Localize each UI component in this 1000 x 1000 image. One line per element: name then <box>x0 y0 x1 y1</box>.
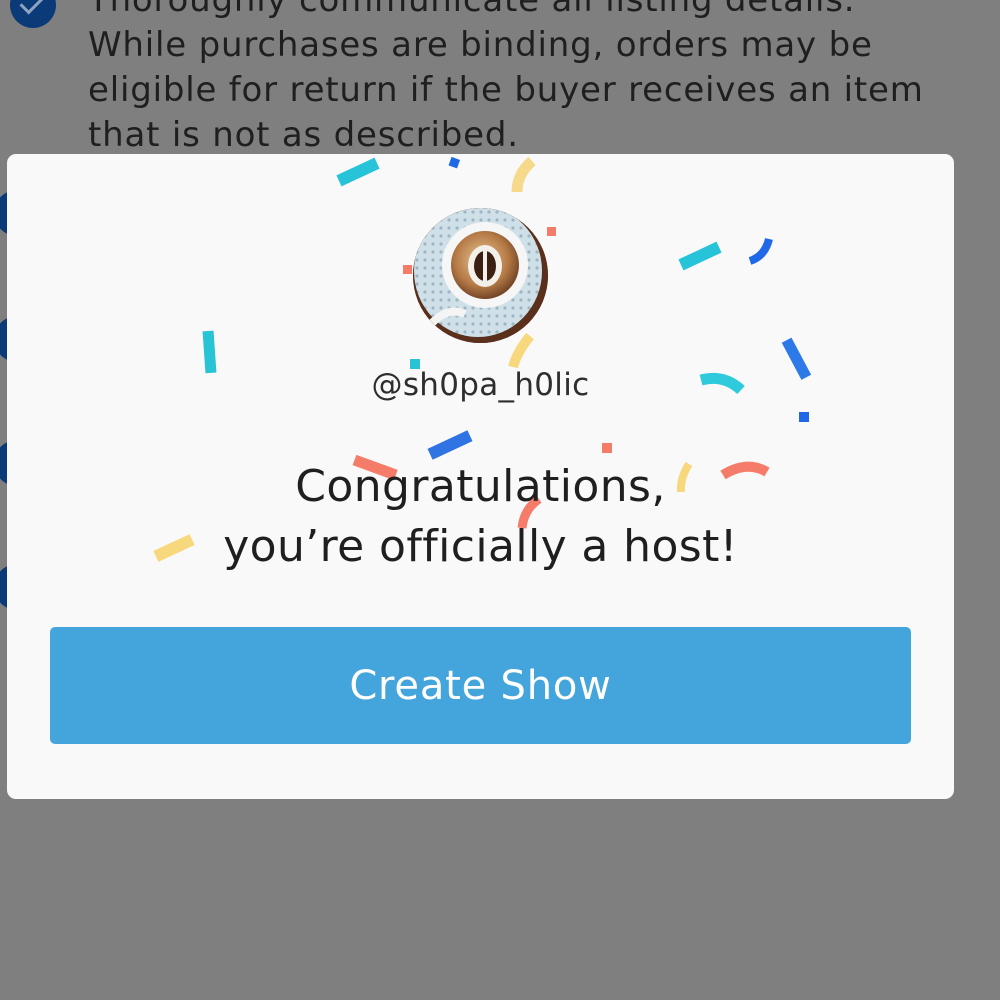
host-congrats-modal: @sh0pa_h0lic Congratulations, you’re off… <box>7 154 954 799</box>
host-status-line: you’re officially a host! <box>223 521 738 572</box>
coffee-cup-avatar-image <box>413 208 548 343</box>
create-show-button[interactable]: Create Show <box>50 627 911 744</box>
congratulations-line: Congratulations, <box>295 461 666 512</box>
username-label: @sh0pa_h0lic <box>371 367 590 403</box>
check-circle-icon <box>10 0 56 28</box>
congratulations-message: Congratulations, you’re officially a hos… <box>7 457 954 577</box>
guideline-text: Thoroughly communicate all listing detai… <box>88 0 924 155</box>
host-avatar <box>413 208 548 343</box>
